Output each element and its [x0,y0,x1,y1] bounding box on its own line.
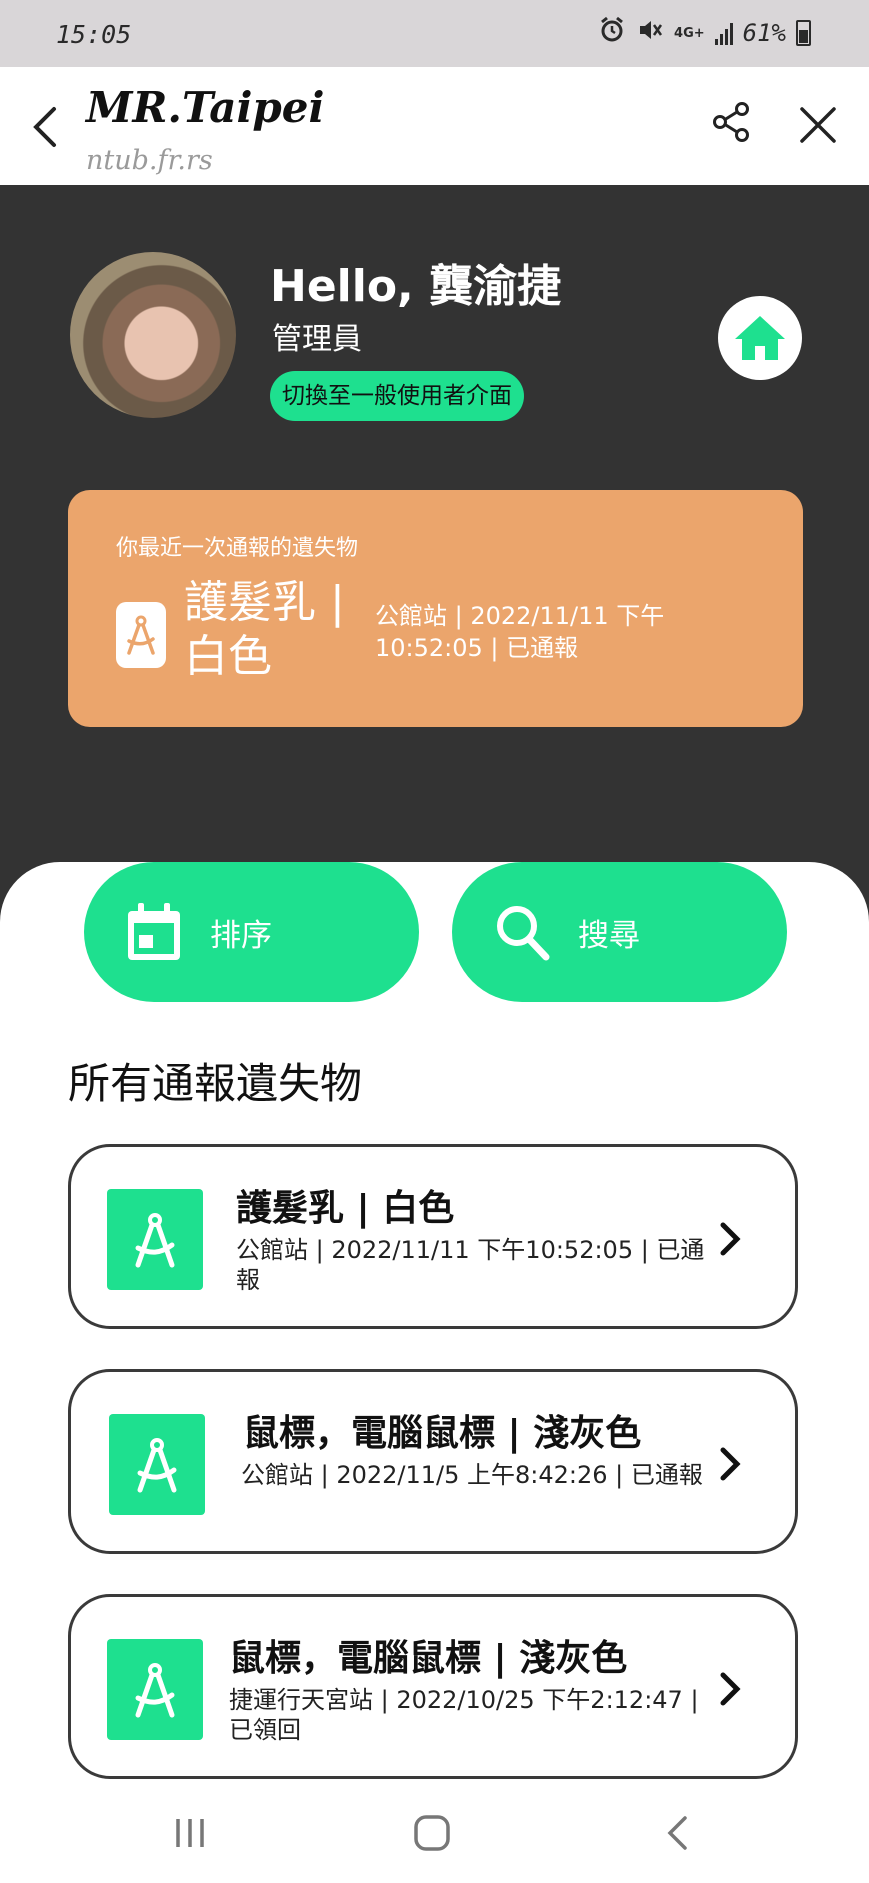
compass-icon [107,1639,203,1740]
latest-report-card[interactable]: 你最近一次通報的遺失物 護髮乳 | 白色 公館站 | 2022/11/11 下午… [68,490,803,727]
share-icon[interactable] [710,100,754,144]
network-type: 4G+ [674,25,705,41]
mute-icon [636,16,664,50]
avatar [70,252,236,418]
list-item[interactable]: 護髮乳 | 白色 公館站 | 2022/11/11 下午10:52:05 | 已… [68,1144,798,1329]
item-meta: 公館站 | 2022/11/11 下午10:52:05 | 已通報 [236,1236,705,1294]
switch-user-mode-button[interactable]: 切換至一般使用者介面 [270,371,524,421]
signal-icon [714,21,733,45]
item-meta: 公館站 | 2022/11/5 上午8:42:26 | 已通報 [241,1461,703,1489]
item-name: 護髮乳 | 白色 [236,1188,455,1229]
latest-item-name: 護髮乳 | 白色 [184,577,345,682]
compass-icon [107,1189,203,1290]
app-domain: ntub.fr.rs [86,145,213,176]
app-title: MR.Taipei [86,83,325,132]
sort-button-label: 排序 [210,917,272,954]
compass-icon [116,602,166,668]
search-button-label: 搜尋 [578,917,640,954]
chevron-right-icon [715,1219,745,1259]
list-item[interactable]: 鼠標，電腦鼠標 | 淺灰色 公館站 | 2022/11/5 上午8:42:26 … [68,1369,798,1554]
latest-item-meta: 公館站 | 2022/11/11 下午10:52:05 | 已通報 [375,602,665,662]
compass-icon [109,1414,205,1515]
user-role: 管理員 [272,322,362,357]
item-name: 鼠標，電腦鼠標 | 淺灰色 [229,1638,628,1679]
app-header: MR.Taipei ntub.fr.rs [0,67,869,185]
chevron-right-icon [715,1444,745,1484]
sort-button[interactable]: 排序 [84,862,419,1002]
chevron-right-icon [715,1669,745,1709]
close-icon[interactable] [796,103,840,147]
nav-back-icon[interactable] [664,1813,690,1853]
calendar-icon [124,900,184,964]
latest-report-caption: 你最近一次通報的遺失物 [116,536,359,561]
recents-icon[interactable] [172,1815,208,1851]
section-title: 所有通報遺失物 [68,1059,363,1108]
item-meta: 捷運行天宮站 | 2022/10/25 下午2:12:47 | 已領回 [229,1686,699,1744]
alarm-icon [598,16,626,50]
list-item[interactable]: 鼠標，電腦鼠標 | 淺灰色 捷運行天宮站 | 2022/10/25 下午2:12… [68,1594,798,1779]
item-name: 鼠標，電腦鼠標 | 淺灰色 [243,1413,642,1454]
status-bar: 15:05 4G+ 61% [0,0,869,67]
home-icon[interactable] [718,296,802,380]
system-nav-bar [0,1783,869,1883]
back-arrow-icon[interactable] [24,97,64,157]
nav-home-icon[interactable] [412,1813,452,1853]
search-button[interactable]: 搜尋 [452,862,787,1002]
search-icon [492,900,552,964]
status-time: 15:05 [56,20,132,49]
status-icons: 4G+ 61% [598,16,811,50]
greeting: Hello, 龔渝捷 [270,261,562,312]
battery-icon [796,20,811,46]
battery-percent: 61% [742,19,786,47]
